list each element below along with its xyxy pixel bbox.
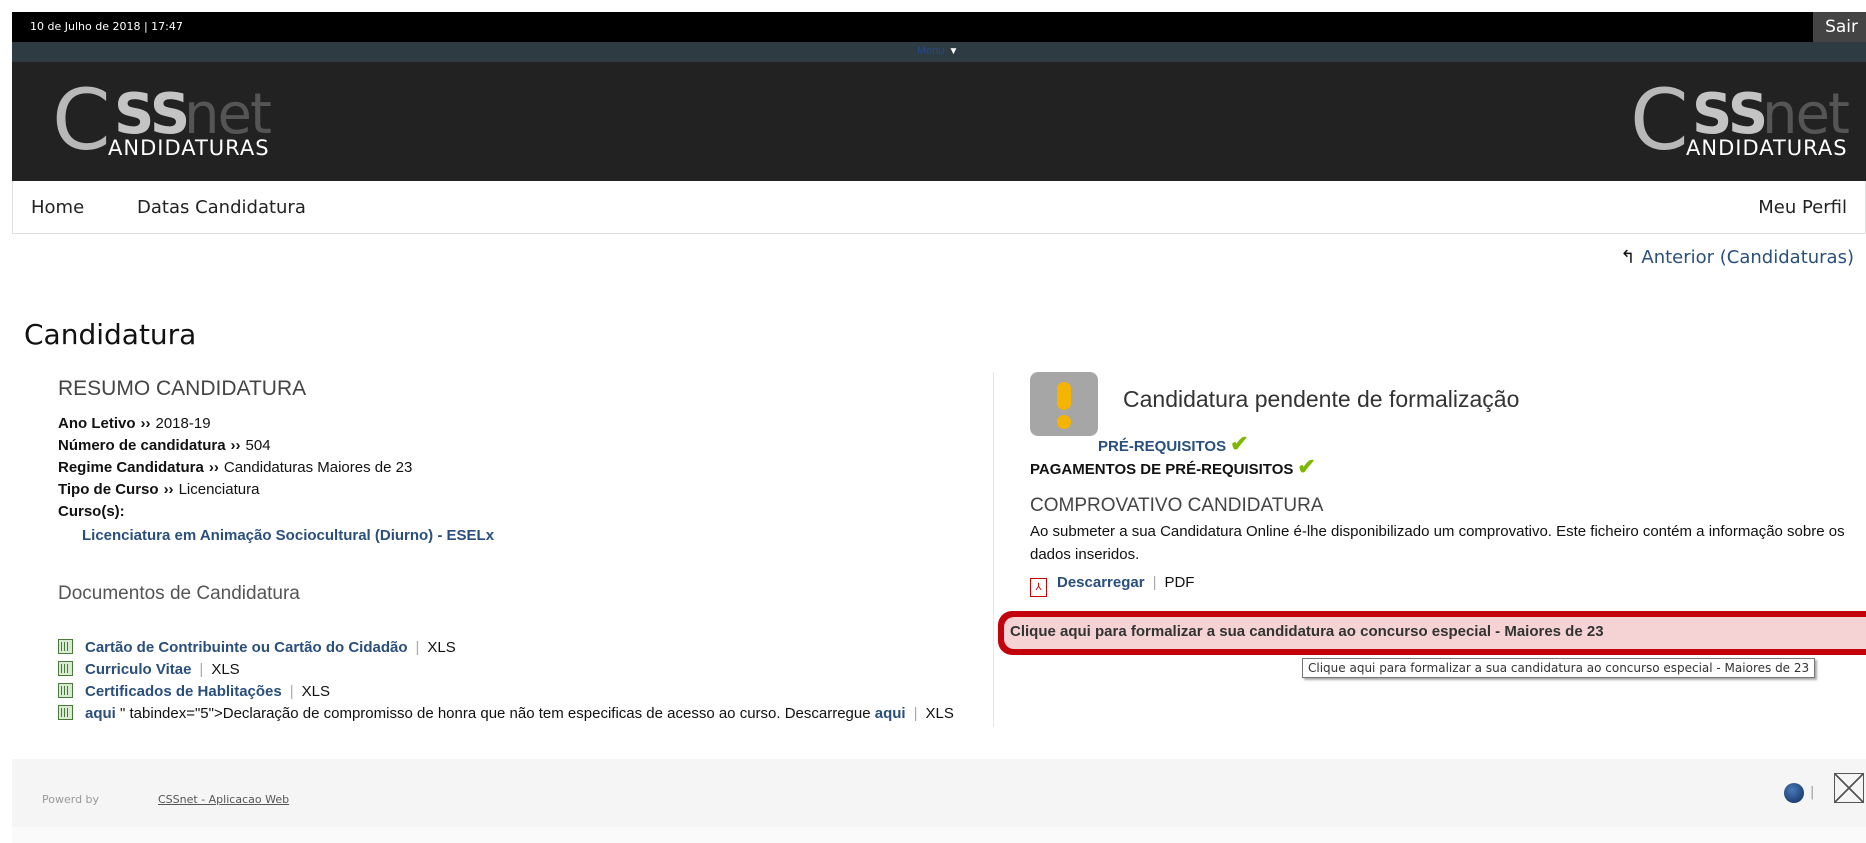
back-arrow-icon: ↰ [1620,247,1636,268]
summary-panel: RESUMO CANDIDATURA Ano Letivo ›› 2018-19 N… [58,377,978,725]
prerequisitos-label: PRÉ-REQUISITOS [1098,438,1227,455]
document-item: Cartão de Contribuinte ou Cartão do Cida… [58,637,978,659]
tipo-value: Licenciatura [178,481,260,498]
ano-value: 2018-19 [155,415,211,432]
document-link[interactable]: Certificados de Hablitações [85,683,282,700]
xls-file-icon [58,683,73,698]
check-icon: ✔ [1230,431,1249,456]
caret-down-icon: ▼ [948,46,959,57]
document-type: XLS [427,639,456,656]
accessibility-icon[interactable] [1834,773,1864,803]
footer-divider: | [1810,785,1815,800]
back-link[interactable]: ↰ Anterior (Candidaturas) [1620,247,1854,268]
nav-datas-candidatura[interactable]: Datas Candidatura [137,197,306,218]
separator: ›› [208,459,219,476]
sub-bar: Menu ▼ [12,42,1866,62]
cursos-label: Curso(s): [58,503,125,520]
logo-c: C [52,71,111,169]
numero-value: 504 [245,437,271,454]
page-bottom [12,827,1866,843]
formalize-inner: Clique aqui para formalizar a sua candid… [1004,617,1866,649]
status-title: Candidatura pendente de formalização [1123,386,1520,412]
footer: Powerd by CSSnet - Aplicacao Web | [12,759,1866,827]
download-link[interactable]: Descarregar [1057,574,1145,591]
powered-by: Powerd by [42,793,100,806]
regime-row: Regime Candidatura ›› Candidaturas Maiores… [58,457,978,479]
numero-row: Número de candidatura ›› 504 [58,435,978,457]
globe-icon[interactable] [1784,783,1804,803]
tipo-label: Tipo de Curso [58,481,159,498]
logo-subtitle: ANDIDATURAS [1686,136,1848,160]
prerequisitos-status: PRÉ-REQUISITOS ✔ [1098,433,1249,456]
ano-letivo-row: Ano Letivo ›› 2018-19 [58,413,978,435]
document-item: Curriculo Vitae | XLS [58,659,978,681]
pipe-separator: | [199,661,204,678]
curso-link[interactable]: Licenciatura em Animação Sociocultural (… [82,523,978,549]
formalize-label: Clique aqui para formalizar a sua candid… [1010,623,1604,640]
logo-c: C [1630,71,1689,169]
xls-file-icon [58,661,73,676]
formalize-button[interactable]: Clique aqui para formalizar a sua candid… [998,611,1866,655]
tooltip: Clique aqui para formalizar a sua candid… [1302,658,1816,678]
comprovativo-title: COMPROVATIVO CANDIDATURA [1030,495,1324,516]
menu-toggle-label: Menu [917,45,945,57]
logout-button[interactable]: Sair [1813,12,1866,42]
document-item: aqui " tabindex="5">Declaração de compro… [58,703,978,725]
comprovativo-text: Ao submeter a sua Candidatura Online é-l… [1030,523,1845,563]
nav-meu-perfil[interactable]: Meu Perfil [1758,197,1847,218]
check-icon: ✔ [1297,454,1316,479]
resumo-title: RESUMO CANDIDATURA [58,377,307,400]
warning-icon [1030,372,1098,436]
datetime: 10 de Julho de 2018 | 17:47 [30,20,183,33]
header-banner: C SS net ANDIDATURAS C SS net ANDIDATURA… [12,62,1866,181]
logo-subtitle: ANDIDATURAS [108,136,270,160]
xls-file-icon [58,639,73,654]
menu-toggle[interactable]: Menu ▼ [917,45,958,57]
pdf-file-icon: ⅄ [1030,578,1047,597]
back-link-label: Anterior (Candidaturas) [1641,247,1854,268]
footer-app-link[interactable]: CSSnet - Aplicacao Web [158,793,289,806]
nav-home[interactable]: Home [31,197,84,218]
document-type: XLS [925,705,954,722]
regime-value: Candidaturas Maiores de 23 [223,459,413,476]
document-item: Certificados de Hablitações | XLS [58,681,978,703]
separator: ›› [230,437,241,454]
numero-label: Número de candidatura [58,437,226,454]
pagamentos-label: PAGAMENTOS DE PRÉ-REQUISITOS [1030,461,1294,478]
tipo-row: Tipo de Curso ›› Licenciatura [58,479,978,501]
documentos-title: Documentos de Candidatura [58,583,300,604]
pipe-separator: | [289,683,294,700]
logo-right: C SS net ANDIDATURAS [1630,78,1860,162]
regime-label: Regime Candidatura [58,459,204,476]
logo-left[interactable]: C SS net ANDIDATURAS [52,78,282,162]
document-type: XLS [301,683,330,700]
pipe-separator: | [415,639,420,656]
document-type: XLS [211,661,240,678]
warning-dot [1057,415,1071,429]
warning-bar [1057,382,1071,410]
pipe-separator: | [1152,574,1157,591]
top-bar: 10 de Julho de 2018 | 17:47 Sair [12,12,1866,42]
document-link[interactable]: Cartão de Contribuinte ou Cartão do Cida… [85,639,408,656]
declaracao-text: " tabindex="5">Declaração de compromisso… [120,705,871,722]
ano-label: Ano Letivo [58,415,136,432]
declaracao-link[interactable]: aqui [85,705,116,722]
declaracao-download-link[interactable]: aqui [875,705,906,722]
separator: ›› [163,481,174,498]
column-divider [993,372,994,727]
document-link[interactable]: Curriculo Vitae [85,661,191,678]
download-row: ⅄ Descarregar | PDF [1030,574,1194,597]
cursos-row: Curso(s): [58,501,978,523]
main-nav: Home Datas Candidatura Meu Perfil [12,181,1866,234]
download-type: PDF [1164,574,1195,591]
xls-file-icon [58,705,73,720]
pagamentos-status: PAGAMENTOS DE PRÉ-REQUISITOS ✔ [1030,456,1316,479]
pipe-separator: | [913,705,918,722]
separator: ›› [140,415,151,432]
page-title: Candidatura [24,318,197,351]
